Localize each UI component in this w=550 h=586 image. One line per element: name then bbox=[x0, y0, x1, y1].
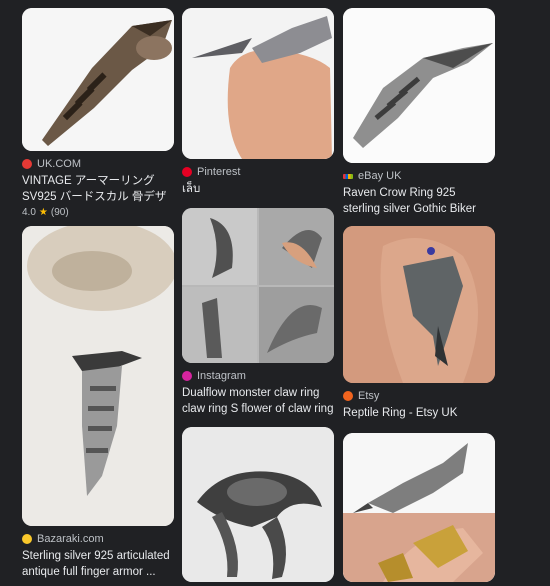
result-title[interactable]: VINTAGE アーマーリング SV925 バードスカル 骨デザイ... bbox=[22, 173, 174, 205]
review-count: (90) bbox=[50, 207, 69, 218]
source-name: Pinterest bbox=[197, 166, 241, 178]
result-title[interactable]: Reptile Ring - Etsy UK bbox=[343, 405, 495, 421]
result-card[interactable]: Bazaraki.com Sterling silver 925 articul… bbox=[22, 226, 174, 580]
source-favicon-icon bbox=[22, 159, 32, 169]
knight-finger-armor-image bbox=[343, 433, 495, 582]
result-title[interactable]: Sterling silver 925 articulated antique … bbox=[22, 548, 174, 580]
source-favicon-icon bbox=[343, 173, 353, 179]
result-image[interactable] bbox=[182, 8, 334, 159]
source-name: UK.COM bbox=[37, 158, 81, 170]
dragon-claw-ring-image bbox=[182, 427, 334, 582]
claw-hand-image bbox=[182, 8, 334, 159]
result-title[interactable]: เล็บ bbox=[182, 181, 334, 197]
result-title[interactable]: Raven Crow Ring 925 sterling silver Goth… bbox=[343, 185, 495, 217]
result-source: eBay UK bbox=[343, 169, 495, 183]
result-title[interactable]: Dualflow monster claw ring claw ring S f… bbox=[182, 385, 334, 417]
result-card[interactable] bbox=[182, 427, 334, 582]
source-favicon-icon bbox=[343, 391, 353, 401]
reptile-ring-image bbox=[343, 226, 495, 383]
source-name: Etsy bbox=[358, 390, 380, 402]
source-name: eBay UK bbox=[358, 170, 402, 182]
result-source: Instagram bbox=[182, 369, 334, 383]
result-source: Pinterest bbox=[182, 165, 334, 179]
rating-value: 4.0 bbox=[22, 207, 36, 218]
source-favicon-icon bbox=[182, 371, 192, 381]
result-image[interactable] bbox=[343, 433, 495, 582]
result-source: Bazaraki.com bbox=[22, 532, 174, 546]
result-source: UK.COM bbox=[22, 157, 174, 171]
result-card[interactable]: eBay UK Raven Crow Ring 925 sterling sil… bbox=[343, 8, 495, 217]
result-image[interactable] bbox=[22, 8, 174, 151]
result-card[interactable]: UK.COM VINTAGE アーマーリング SV925 バードスカル 骨デザイ… bbox=[22, 8, 174, 218]
result-rating: 4.0 ★ (90) bbox=[22, 207, 174, 218]
result-card[interactable]: Etsy Reptile Ring - Etsy UK bbox=[343, 226, 495, 421]
result-source: Etsy bbox=[343, 389, 495, 403]
source-name: Bazaraki.com bbox=[37, 533, 104, 545]
result-card[interactable]: Instagram Dualflow monster claw ring cla… bbox=[182, 208, 334, 417]
result-image[interactable] bbox=[343, 226, 495, 383]
result-image[interactable] bbox=[22, 226, 174, 526]
source-favicon-icon bbox=[22, 534, 32, 544]
claw-ring-collage-image bbox=[182, 208, 334, 363]
result-image[interactable] bbox=[343, 8, 495, 163]
result-image[interactable] bbox=[182, 427, 334, 582]
source-favicon-icon bbox=[182, 167, 192, 177]
source-name: Instagram bbox=[197, 370, 246, 382]
claw-ring-image bbox=[22, 8, 174, 151]
raven-crow-ring-image bbox=[343, 8, 495, 163]
result-card[interactable]: Pinterest เล็บ bbox=[182, 8, 334, 197]
star-icon: ★ bbox=[38, 207, 48, 218]
armor-ring-image bbox=[22, 226, 174, 526]
result-card[interactable] bbox=[343, 433, 495, 582]
result-image[interactable] bbox=[182, 208, 334, 363]
